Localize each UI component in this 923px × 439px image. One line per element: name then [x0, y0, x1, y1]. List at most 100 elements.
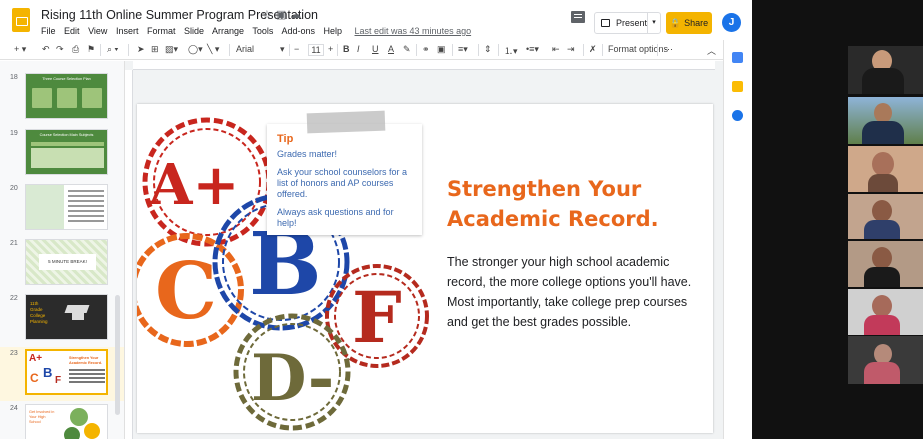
clear-formatting-icon[interactable]: ✗: [589, 44, 597, 55]
participant-video[interactable]: [848, 97, 923, 144]
slide-number: 24: [10, 405, 18, 412]
zoom-icon[interactable]: ⌕ ▾: [107, 44, 118, 55]
increase-indent-icon[interactable]: ⇥: [567, 44, 575, 55]
participant-video[interactable]: [848, 46, 923, 94]
slides-logo-icon[interactable]: [12, 8, 30, 32]
image-icon[interactable]: ▨▾: [165, 44, 178, 55]
decrease-indent-icon[interactable]: ⇤: [552, 44, 560, 55]
slide-thumbnail-18[interactable]: Three Course Selection Plan: [25, 73, 108, 119]
stamp-d-minus: D-: [233, 313, 351, 431]
present-icon: [601, 19, 610, 27]
line-icon[interactable]: ╲ ▾: [207, 44, 219, 55]
comment-history-icon[interactable]: [571, 11, 585, 23]
tip-title: Tip: [277, 133, 294, 145]
menu-insert[interactable]: Insert: [116, 26, 139, 36]
text-color-button[interactable]: A: [388, 44, 394, 54]
print-icon[interactable]: ⎙: [72, 44, 79, 55]
last-edit-link[interactable]: Last edit was 43 minutes ago: [355, 26, 472, 36]
menu-view[interactable]: View: [88, 26, 107, 36]
toolbar: + ▾ ↶ ↷ ⎙ ⚑ ⌕ ▾ ➤ ⊞ ▨▾ ◯▾ ╲ ▾ Arial ▾ − …: [0, 40, 752, 60]
menu-arrange[interactable]: Arrange: [212, 26, 244, 36]
bulleted-list-icon[interactable]: •≡▾: [526, 44, 539, 55]
slide-thumbnail-24[interactable]: Get Involved in Your High School: [25, 404, 108, 439]
select-cursor-icon[interactable]: ➤: [137, 44, 145, 55]
numbered-list-icon[interactable]: ⒈▾: [504, 44, 518, 57]
add-comment-icon[interactable]: ▣: [437, 44, 446, 55]
format-options-button[interactable]: Format options: [608, 44, 668, 54]
highlight-icon[interactable]: ✎: [403, 44, 411, 55]
video-call-panel: [752, 0, 923, 439]
keep-icon[interactable]: [732, 81, 743, 92]
participant-video[interactable]: [848, 146, 923, 192]
share-label: Share: [684, 18, 709, 28]
slide-number: 21: [10, 240, 18, 247]
tip-line: Ask your school counselors for a list of…: [277, 167, 408, 199]
thumb-title: 11th Grade College Planning: [30, 301, 48, 324]
stamp-letter: D-: [251, 341, 334, 416]
decrease-font-icon[interactable]: −: [294, 44, 299, 54]
font-size-input[interactable]: 11: [308, 44, 324, 56]
tip-line: Grades matter!: [277, 149, 338, 159]
menu-bar: File Edit View Insert Format Slide Arran…: [41, 26, 477, 36]
slide-thumbnail-19[interactable]: Course Selection Main Subjects: [25, 129, 108, 175]
undo-icon[interactable]: ↶: [42, 44, 50, 55]
paint-format-icon[interactable]: ⚑: [87, 44, 95, 55]
bold-button[interactable]: B: [343, 44, 350, 54]
slide-thumbnail-22[interactable]: 11th Grade College Planning: [25, 294, 108, 340]
tip-card[interactable]: Tip Grades matter! Ask your school couns…: [267, 124, 422, 235]
menu-tools[interactable]: Tools: [252, 26, 273, 36]
slide-number: 23: [10, 350, 18, 357]
align-icon[interactable]: ≡▾: [458, 44, 468, 55]
lock-icon: 🔒: [669, 17, 682, 28]
tasks-icon[interactable]: [732, 110, 743, 121]
new-slide-icon[interactable]: + ▾: [14, 44, 26, 55]
menu-slide[interactable]: Slide: [184, 26, 204, 36]
chevron-down-icon[interactable]: ▾: [280, 44, 285, 55]
italic-button[interactable]: I: [357, 44, 360, 54]
menu-help[interactable]: Help: [323, 26, 342, 36]
calendar-icon[interactable]: [732, 52, 743, 63]
redo-icon[interactable]: ↷: [56, 44, 64, 55]
filmstrip-scrollbar[interactable]: [115, 295, 120, 415]
account-avatar[interactable]: J: [722, 13, 741, 32]
slide-thumbnail-23[interactable]: A+ B C F Strengthen Your Academic Record…: [25, 349, 108, 395]
increase-font-icon[interactable]: +: [328, 44, 333, 54]
cloud-status-icon[interactable]: ☁: [290, 9, 305, 21]
text-box-icon[interactable]: ⊞: [151, 44, 159, 55]
tip-line: Always ask questions and for help!: [277, 207, 394, 228]
slide-thumbnail-20[interactable]: [25, 184, 108, 230]
chevron-down-icon[interactable]: ▾: [647, 13, 660, 33]
slide-number: 20: [10, 185, 18, 192]
star-icon[interactable]: ☆: [262, 9, 276, 21]
stamp-letter: A+: [148, 152, 239, 218]
participant-video[interactable]: [848, 194, 923, 239]
side-panel: [723, 40, 752, 439]
menu-edit[interactable]: Edit: [64, 26, 80, 36]
present-label: Present: [616, 18, 648, 28]
slide-number: 22: [10, 295, 18, 302]
thumb-title: Course Selection Main Subjects: [39, 133, 94, 137]
menu-addons[interactable]: Add-ons: [281, 26, 315, 36]
menu-format[interactable]: Format: [147, 26, 176, 36]
collapse-icon[interactable]: ︿: [707, 44, 716, 57]
link-icon[interactable]: ⚭: [422, 44, 430, 55]
line-spacing-icon[interactable]: ⇕: [484, 44, 492, 55]
underline-button[interactable]: U: [372, 44, 379, 54]
thumb-title: 5 MINUTE BREAK!: [39, 254, 96, 270]
more-icon[interactable]: ⋯: [664, 44, 673, 55]
slide-body-text[interactable]: The stronger your high school academic r…: [447, 252, 697, 332]
shape-icon[interactable]: ◯▾: [188, 44, 203, 55]
slide-title[interactable]: Strengthen Your Academic Record.: [447, 174, 697, 234]
participant-video[interactable]: [848, 336, 923, 384]
stamp-c: C: [137, 233, 244, 347]
current-slide[interactable]: A+ C B F D- Tip Grades matter! Ask your …: [137, 104, 713, 433]
move-folder-icon[interactable]: ▣: [276, 9, 290, 21]
stamp-letter: F: [352, 276, 402, 359]
participant-video[interactable]: [848, 289, 923, 335]
share-button[interactable]: 🔒 Share: [666, 12, 712, 34]
participant-video[interactable]: [848, 241, 923, 287]
thumb-title: Strengthen Your Academic Record.: [69, 356, 103, 365]
menu-file[interactable]: File: [41, 26, 56, 36]
present-button[interactable]: Present ▾: [594, 12, 661, 34]
slide-thumbnail-21[interactable]: 5 MINUTE BREAK!: [25, 239, 108, 285]
